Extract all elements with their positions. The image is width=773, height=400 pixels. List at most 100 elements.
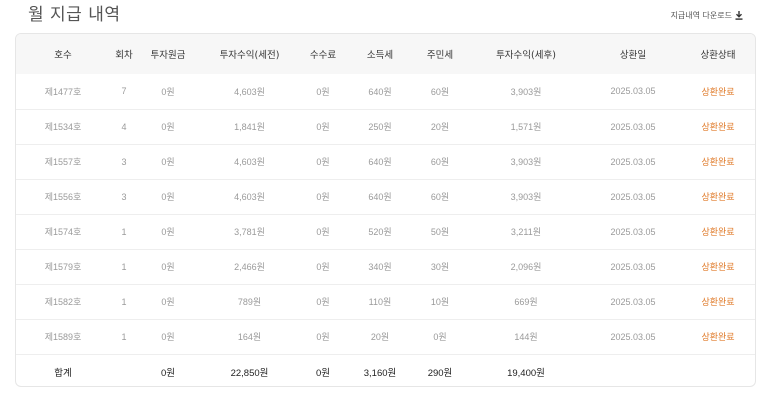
total-empty-cell bbox=[679, 354, 755, 386]
cell-income-tax: 340원 bbox=[345, 249, 415, 285]
cell-local-tax: 60원 bbox=[415, 144, 465, 180]
cell-aftertax: 3,903원 bbox=[465, 179, 587, 215]
table-row: 제1534호 4 0원 1,841원 0원 250원 20원 1,571원 2025.03.05… bbox=[16, 109, 755, 145]
cell-principal: 0원 bbox=[138, 249, 198, 285]
cell-status: 상환완료 bbox=[679, 319, 755, 355]
cell-date: 2025.03.05 bbox=[587, 109, 679, 145]
cell-local-tax: 10원 bbox=[415, 284, 465, 320]
cell-date: 2025.03.05 bbox=[587, 284, 679, 320]
cell-principal: 0원 bbox=[138, 179, 198, 215]
column-header-date: 상환일 bbox=[619, 50, 647, 61]
download-label: 지급내역 다운로드 bbox=[670, 11, 732, 20]
cell-principal: 0원 bbox=[138, 74, 198, 110]
cell-income-tax: 640원 bbox=[345, 144, 415, 180]
cell-fee: 0원 bbox=[301, 74, 345, 110]
total-principal: 0원 bbox=[160, 367, 176, 379]
cell-fee: 0원 bbox=[301, 144, 345, 180]
cell-principal: 0원 bbox=[138, 214, 198, 250]
cell-date: 2025.03.05 bbox=[587, 319, 679, 355]
cell-income-tax: 520원 bbox=[345, 214, 415, 250]
cell-aftertax: 669원 bbox=[465, 284, 587, 320]
total-label: 합계 bbox=[54, 367, 72, 379]
column-header-local-tax: 주민세 bbox=[426, 50, 454, 61]
cell-no: 제1534호 bbox=[16, 109, 110, 145]
cell-local-tax: 60원 bbox=[415, 179, 465, 215]
cell-no: 제1557호 bbox=[16, 144, 110, 180]
cell-no: 제1556호 bbox=[16, 179, 110, 215]
page-title: 월 지급 내역 bbox=[28, 5, 121, 25]
cell-pretax: 2,466원 bbox=[198, 249, 301, 285]
cell-fee: 0원 bbox=[301, 249, 345, 285]
cell-aftertax: 144원 bbox=[465, 319, 587, 355]
cell-status: 상환완료 bbox=[679, 109, 755, 145]
cell-income-tax: 250원 bbox=[345, 109, 415, 145]
page-header: 월 지급 내역 지급내역 다운로드 bbox=[0, 0, 773, 32]
table-row: 제1477호 7 0원 4,603원 0원 640원 60원 3,903원 2025.03.05… bbox=[16, 74, 755, 110]
cell-pretax: 4,603원 bbox=[198, 74, 301, 110]
cell-no: 제1582호 bbox=[16, 284, 110, 320]
cell-principal: 0원 bbox=[138, 109, 198, 145]
cell-date: 2025.03.05 bbox=[587, 249, 679, 285]
cell-fee: 0원 bbox=[301, 109, 345, 145]
column-header-fee: 수수료 bbox=[309, 50, 337, 61]
cell-local-tax: 60원 bbox=[415, 74, 465, 110]
column-header-status: 상환상태 bbox=[700, 50, 736, 61]
cell-date: 2025.03.05 bbox=[587, 214, 679, 250]
cell-round: 1 bbox=[110, 319, 138, 355]
cell-date: 2025.03.05 bbox=[587, 74, 679, 110]
cell-income-tax: 20원 bbox=[345, 319, 415, 355]
table-header-row: 호수 회차 투자원금 투자수익(세전) 수수료 소득세 주민세 투자수익(세후)… bbox=[16, 34, 755, 74]
table-row: 제1579호 1 0원 2,466원 0원 340원 30원 2,096원 2025.03.05… bbox=[16, 249, 755, 285]
cell-aftertax: 3,903원 bbox=[465, 144, 587, 180]
cell-local-tax: 50원 bbox=[415, 214, 465, 250]
payment-table: 호수 회차 투자원금 투자수익(세전) 수수료 소득세 주민세 투자수익(세후)… bbox=[16, 34, 755, 386]
cell-pretax: 1,841원 bbox=[198, 109, 301, 145]
cell-aftertax: 3,211원 bbox=[465, 214, 587, 250]
cell-fee: 0원 bbox=[301, 179, 345, 215]
table-row: 제1556호 3 0원 4,603원 0원 640원 60원 3,903원 2025.03.05… bbox=[16, 179, 755, 215]
column-header-principal: 투자원금 bbox=[150, 50, 186, 61]
cell-no: 제1579호 bbox=[16, 249, 110, 285]
total-income-tax: 3,160원 bbox=[363, 367, 397, 379]
column-header-round: 회차 bbox=[115, 50, 133, 61]
cell-principal: 0원 bbox=[138, 284, 198, 320]
cell-round: 1 bbox=[110, 284, 138, 320]
cell-no: 제1589호 bbox=[16, 319, 110, 355]
cell-pretax: 789원 bbox=[198, 284, 301, 320]
total-empty-cell bbox=[587, 354, 679, 386]
cell-fee: 0원 bbox=[301, 214, 345, 250]
total-fee: 0원 bbox=[315, 367, 331, 379]
cell-status: 상환완료 bbox=[679, 74, 755, 110]
download-link[interactable]: 지급내역 다운로드 bbox=[671, 10, 743, 21]
cell-local-tax: 30원 bbox=[415, 249, 465, 285]
table-row: 제1574호 1 0원 3,781원 0원 520원 50원 3,211원 2025.03.05… bbox=[16, 214, 755, 250]
column-header-no: 호수 bbox=[54, 50, 72, 61]
cell-status: 상환완료 bbox=[679, 214, 755, 250]
cell-local-tax: 20원 bbox=[415, 109, 465, 145]
cell-aftertax: 1,571원 bbox=[465, 109, 587, 145]
cell-date: 2025.03.05 bbox=[587, 179, 679, 215]
cell-pretax: 164원 bbox=[198, 319, 301, 355]
cell-status: 상환완료 bbox=[679, 144, 755, 180]
download-icon bbox=[735, 11, 743, 20]
total-aftertax: 19,400원 bbox=[507, 367, 545, 379]
total-local-tax: 290원 bbox=[427, 367, 453, 379]
cell-round: 4 bbox=[110, 109, 138, 145]
total-row: 합계 0원 22,850원 0원 3,160원 290원 19,400원 bbox=[16, 354, 755, 386]
cell-income-tax: 640원 bbox=[345, 74, 415, 110]
cell-round: 1 bbox=[110, 214, 138, 250]
total-pretax: 22,850원 bbox=[230, 367, 269, 379]
cell-aftertax: 2,096원 bbox=[465, 249, 587, 285]
cell-pretax: 4,603원 bbox=[198, 144, 301, 180]
cell-fee: 0원 bbox=[301, 319, 345, 355]
cell-principal: 0원 bbox=[138, 144, 198, 180]
cell-pretax: 4,603원 bbox=[198, 179, 301, 215]
cell-round: 3 bbox=[110, 179, 138, 215]
cell-income-tax: 110원 bbox=[345, 284, 415, 320]
total-empty-cell bbox=[110, 354, 138, 386]
payment-table-card: 호수 회차 투자원금 투자수익(세전) 수수료 소득세 주민세 투자수익(세후)… bbox=[15, 33, 756, 387]
cell-local-tax: 0원 bbox=[415, 319, 465, 355]
column-header-pretax: 투자수익(세전) bbox=[219, 50, 280, 61]
cell-no: 제1477호 bbox=[16, 74, 110, 110]
cell-aftertax: 3,903원 bbox=[465, 74, 587, 110]
